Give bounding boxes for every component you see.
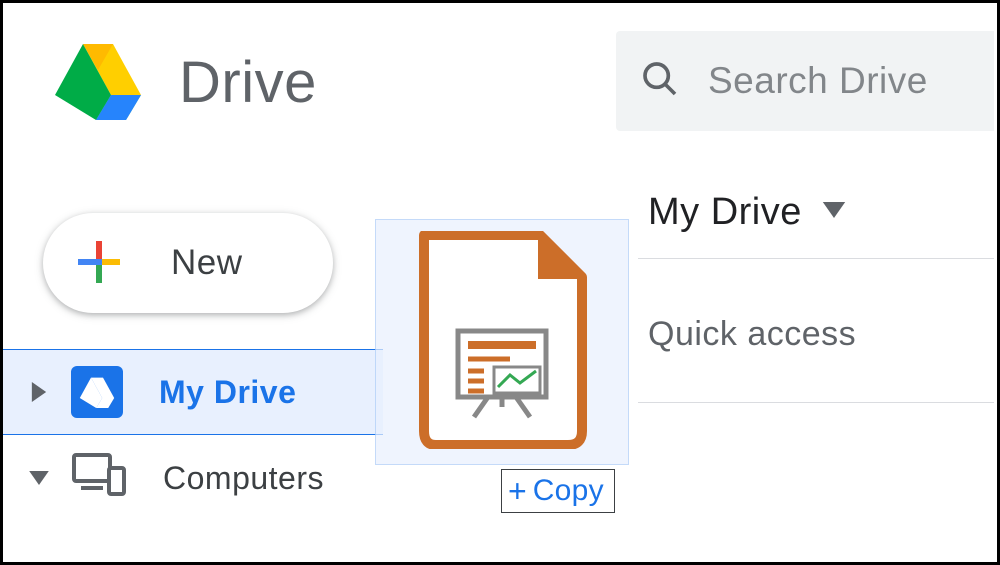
- nav-list: My Drive Computers: [3, 349, 383, 521]
- drive-logo-icon: [53, 40, 143, 125]
- expand-arrow-icon[interactable]: [27, 471, 51, 485]
- new-button-label: New: [171, 243, 243, 283]
- sidebar-item-computers[interactable]: Computers: [3, 435, 383, 521]
- computers-icon: [71, 452, 127, 505]
- sidebar-item-label: My Drive: [159, 374, 296, 411]
- quick-access-heading: Quick access: [638, 315, 994, 403]
- search-input[interactable]: Search Drive: [616, 31, 994, 131]
- main-content: My Drive Quick access: [638, 167, 994, 403]
- drag-copy-tooltip: + Copy: [501, 469, 615, 513]
- plus-icon: +: [508, 475, 527, 507]
- expand-arrow-icon[interactable]: [27, 382, 51, 402]
- sidebar-item-label: Computers: [163, 460, 324, 497]
- sidebar-item-my-drive[interactable]: My Drive: [3, 349, 383, 435]
- drive-icon: [71, 366, 123, 418]
- plus-icon: [75, 238, 123, 289]
- breadcrumb[interactable]: My Drive: [638, 167, 994, 259]
- breadcrumb-label: My Drive: [648, 191, 802, 234]
- app-title: Drive: [179, 49, 317, 116]
- search-placeholder: Search Drive: [708, 60, 928, 102]
- presentation-file-icon: [414, 231, 590, 454]
- search-icon: [640, 59, 708, 104]
- drag-preview: [375, 219, 629, 465]
- dropdown-arrow-icon: [822, 202, 846, 223]
- sidebar: New My Drive: [3, 213, 383, 521]
- drag-copy-label: Copy: [533, 474, 604, 508]
- new-button[interactable]: New: [43, 213, 333, 313]
